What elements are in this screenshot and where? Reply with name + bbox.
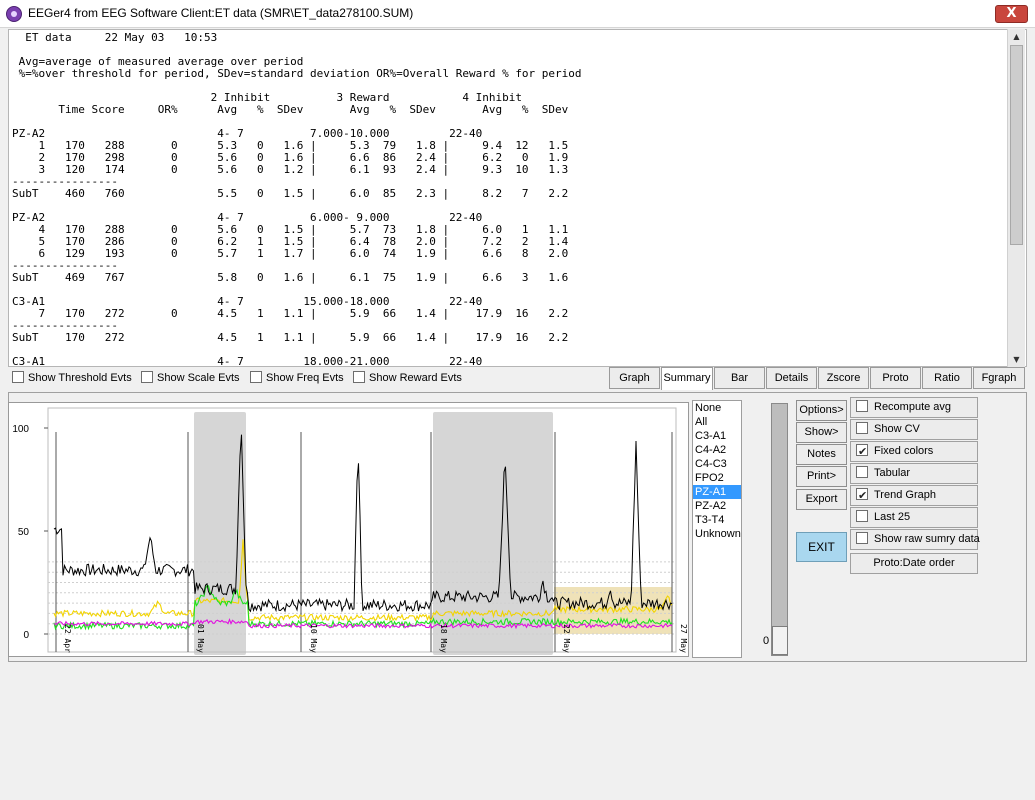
export-button[interactable]: Export xyxy=(796,489,847,510)
checkbox-box[interactable] xyxy=(856,466,868,478)
x-date-label: 01 May 03 xyxy=(196,624,205,657)
session-shade xyxy=(194,412,246,655)
tab-zscore[interactable]: Zscore xyxy=(818,367,869,389)
report-line: 6 129 193 0 5.7 1 1.7 | 6.0 74 1.9 | 6.6… xyxy=(12,247,569,260)
exit-button[interactable]: EXIT xyxy=(796,532,847,562)
report-line: SubT 460 760 5.5 0 1.5 | 6.0 85 2.3 | 8.… xyxy=(12,187,569,200)
proto-date-order-button[interactable]: Proto:Date order xyxy=(850,553,978,574)
fixed-colors-checkbox[interactable]: Fixed colors xyxy=(850,441,978,462)
site-item[interactable]: All xyxy=(693,415,741,429)
slider-value: 0 xyxy=(763,635,770,647)
report-line: 3 120 174 0 5.6 0 1.2 | 6.1 93 2.4 | 9.3… xyxy=(12,163,569,176)
trend-graph-checkbox[interactable]: Trend Graph xyxy=(850,485,978,506)
site-item[interactable]: FPO2 xyxy=(693,471,741,485)
scroll-up-arrow-icon[interactable]: ▲ xyxy=(1008,29,1025,44)
site-item[interactable]: T3-T4 xyxy=(693,513,741,527)
checkbox-box[interactable] xyxy=(856,532,868,544)
session-shade xyxy=(433,412,553,655)
site-item[interactable]: PZ-A2 xyxy=(693,499,741,513)
checkbox-box[interactable] xyxy=(856,510,868,522)
show-reward-evts-checkbox[interactable]: Show Reward Evts xyxy=(353,371,462,385)
report-line: %=%over threshold for period, SDev=stand… xyxy=(12,67,582,80)
series-line-black xyxy=(53,434,673,613)
y-tick-label: 50 xyxy=(18,527,30,538)
scroll-down-arrow-icon[interactable]: ▼ xyxy=(1008,352,1025,367)
report-line: C3-A1 4- 7 18.000-21.000 22-40 xyxy=(12,355,483,367)
options-button[interactable]: Options> xyxy=(796,400,847,421)
summary-report: ET data 22 May 03 10:53 Avg=average of m… xyxy=(8,29,1027,367)
show-raw-sumry-data-checkbox[interactable]: Show raw sumry data xyxy=(850,529,980,550)
scale-slider-thumb[interactable] xyxy=(772,626,788,655)
recompute-avg-checkbox[interactable]: Recompute avg xyxy=(850,397,978,418)
site-item[interactable]: C3-A1 xyxy=(693,429,741,443)
last-25-checkbox[interactable]: Last 25 xyxy=(850,507,978,528)
site-item[interactable]: C4-C3 xyxy=(693,457,741,471)
site-list[interactable]: None All C3-A1 C4-A2 C4-C3 FPO2 PZ-A1 PZ-A2 T3-T… xyxy=(692,400,742,658)
checkbox-box[interactable] xyxy=(856,400,868,412)
scale-slider-track[interactable] xyxy=(771,403,788,656)
report-line: 7 170 272 0 4.5 1 1.1 | 5.9 66 1.4 | 17.… xyxy=(12,307,569,320)
x-date-label: 10 May 03 xyxy=(309,624,318,657)
show-threshold-evts-checkbox[interactable]: Show Threshold Evts xyxy=(12,371,132,385)
site-item[interactable]: C4-A2 xyxy=(693,443,741,457)
window-title: EEGer4 from EEG Software Client:ET data … xyxy=(28,6,414,20)
scroll-thumb[interactable] xyxy=(1010,45,1023,245)
x-date-label: 22 Apr 03 xyxy=(63,624,72,657)
site-item[interactable]: PZ-A1 xyxy=(693,485,741,499)
checkbox-box[interactable] xyxy=(141,371,153,383)
checkbox-box[interactable] xyxy=(12,371,24,383)
y-tick-label: 0 xyxy=(23,630,29,641)
tab-summary[interactable]: Summary xyxy=(661,367,713,390)
x-date-label: 18 May 03 xyxy=(439,624,448,657)
notes-button[interactable]: Notes xyxy=(796,444,847,465)
site-item[interactable]: Unknown xyxy=(693,527,741,541)
title-bar: EEGer4 from EEG Software Client:ET data … xyxy=(0,0,1035,28)
x-date-label: 22 May 03 xyxy=(562,624,571,657)
show-scale-evts-checkbox[interactable]: Show Scale Evts xyxy=(141,371,240,385)
show-cv-checkbox[interactable]: Show CV xyxy=(850,419,978,440)
site-item[interactable]: None xyxy=(693,401,741,415)
close-button[interactable]: X xyxy=(995,5,1028,23)
show-freq-evts-checkbox[interactable]: Show Freq Evts xyxy=(250,371,344,385)
tabular-checkbox[interactable]: Tabular xyxy=(850,463,978,484)
checkbox-box[interactable] xyxy=(856,487,868,506)
tab-proto[interactable]: Proto xyxy=(870,367,921,389)
app-icon xyxy=(6,6,22,22)
checkbox-box[interactable] xyxy=(353,371,365,383)
trend-graph[interactable]: 100 50 0 22 Apr 03 01 May 03 10 May 03 18 May… xyxy=(8,402,689,657)
report-line: SubT 170 272 4.5 1 1.1 | 5.9 66 1.4 | 17… xyxy=(12,331,569,344)
show-button[interactable]: Show> xyxy=(796,422,847,443)
y-tick-label: 100 xyxy=(12,424,29,435)
report-text: ET data 22 May 03 10:53 Avg=average of m… xyxy=(12,32,1002,367)
report-line: Time Score OR% Avg % SDev Avg % SDev Avg… xyxy=(12,103,569,116)
tab-ratio[interactable]: Ratio xyxy=(922,367,972,389)
print-button[interactable]: Print> xyxy=(796,466,847,487)
checkbox-box[interactable] xyxy=(856,443,868,462)
report-scrollbar[interactable]: ▲ ▼ xyxy=(1007,29,1025,367)
x-date-label: 27 May 03 xyxy=(679,624,688,657)
checkbox-box[interactable] xyxy=(856,422,868,434)
tab-details[interactable]: Details xyxy=(766,367,817,389)
checkbox-box[interactable] xyxy=(250,371,262,383)
tab-fgraph[interactable]: Fgraph xyxy=(973,367,1025,389)
empty-footer-area xyxy=(8,664,1027,796)
report-line: SubT 469 767 5.8 0 1.6 | 6.1 75 1.9 | 6.… xyxy=(12,271,569,284)
tab-bar[interactable]: Bar xyxy=(714,367,765,389)
report-line: ET data 22 May 03 10:53 xyxy=(12,31,218,44)
tab-graph[interactable]: Graph xyxy=(609,367,660,389)
